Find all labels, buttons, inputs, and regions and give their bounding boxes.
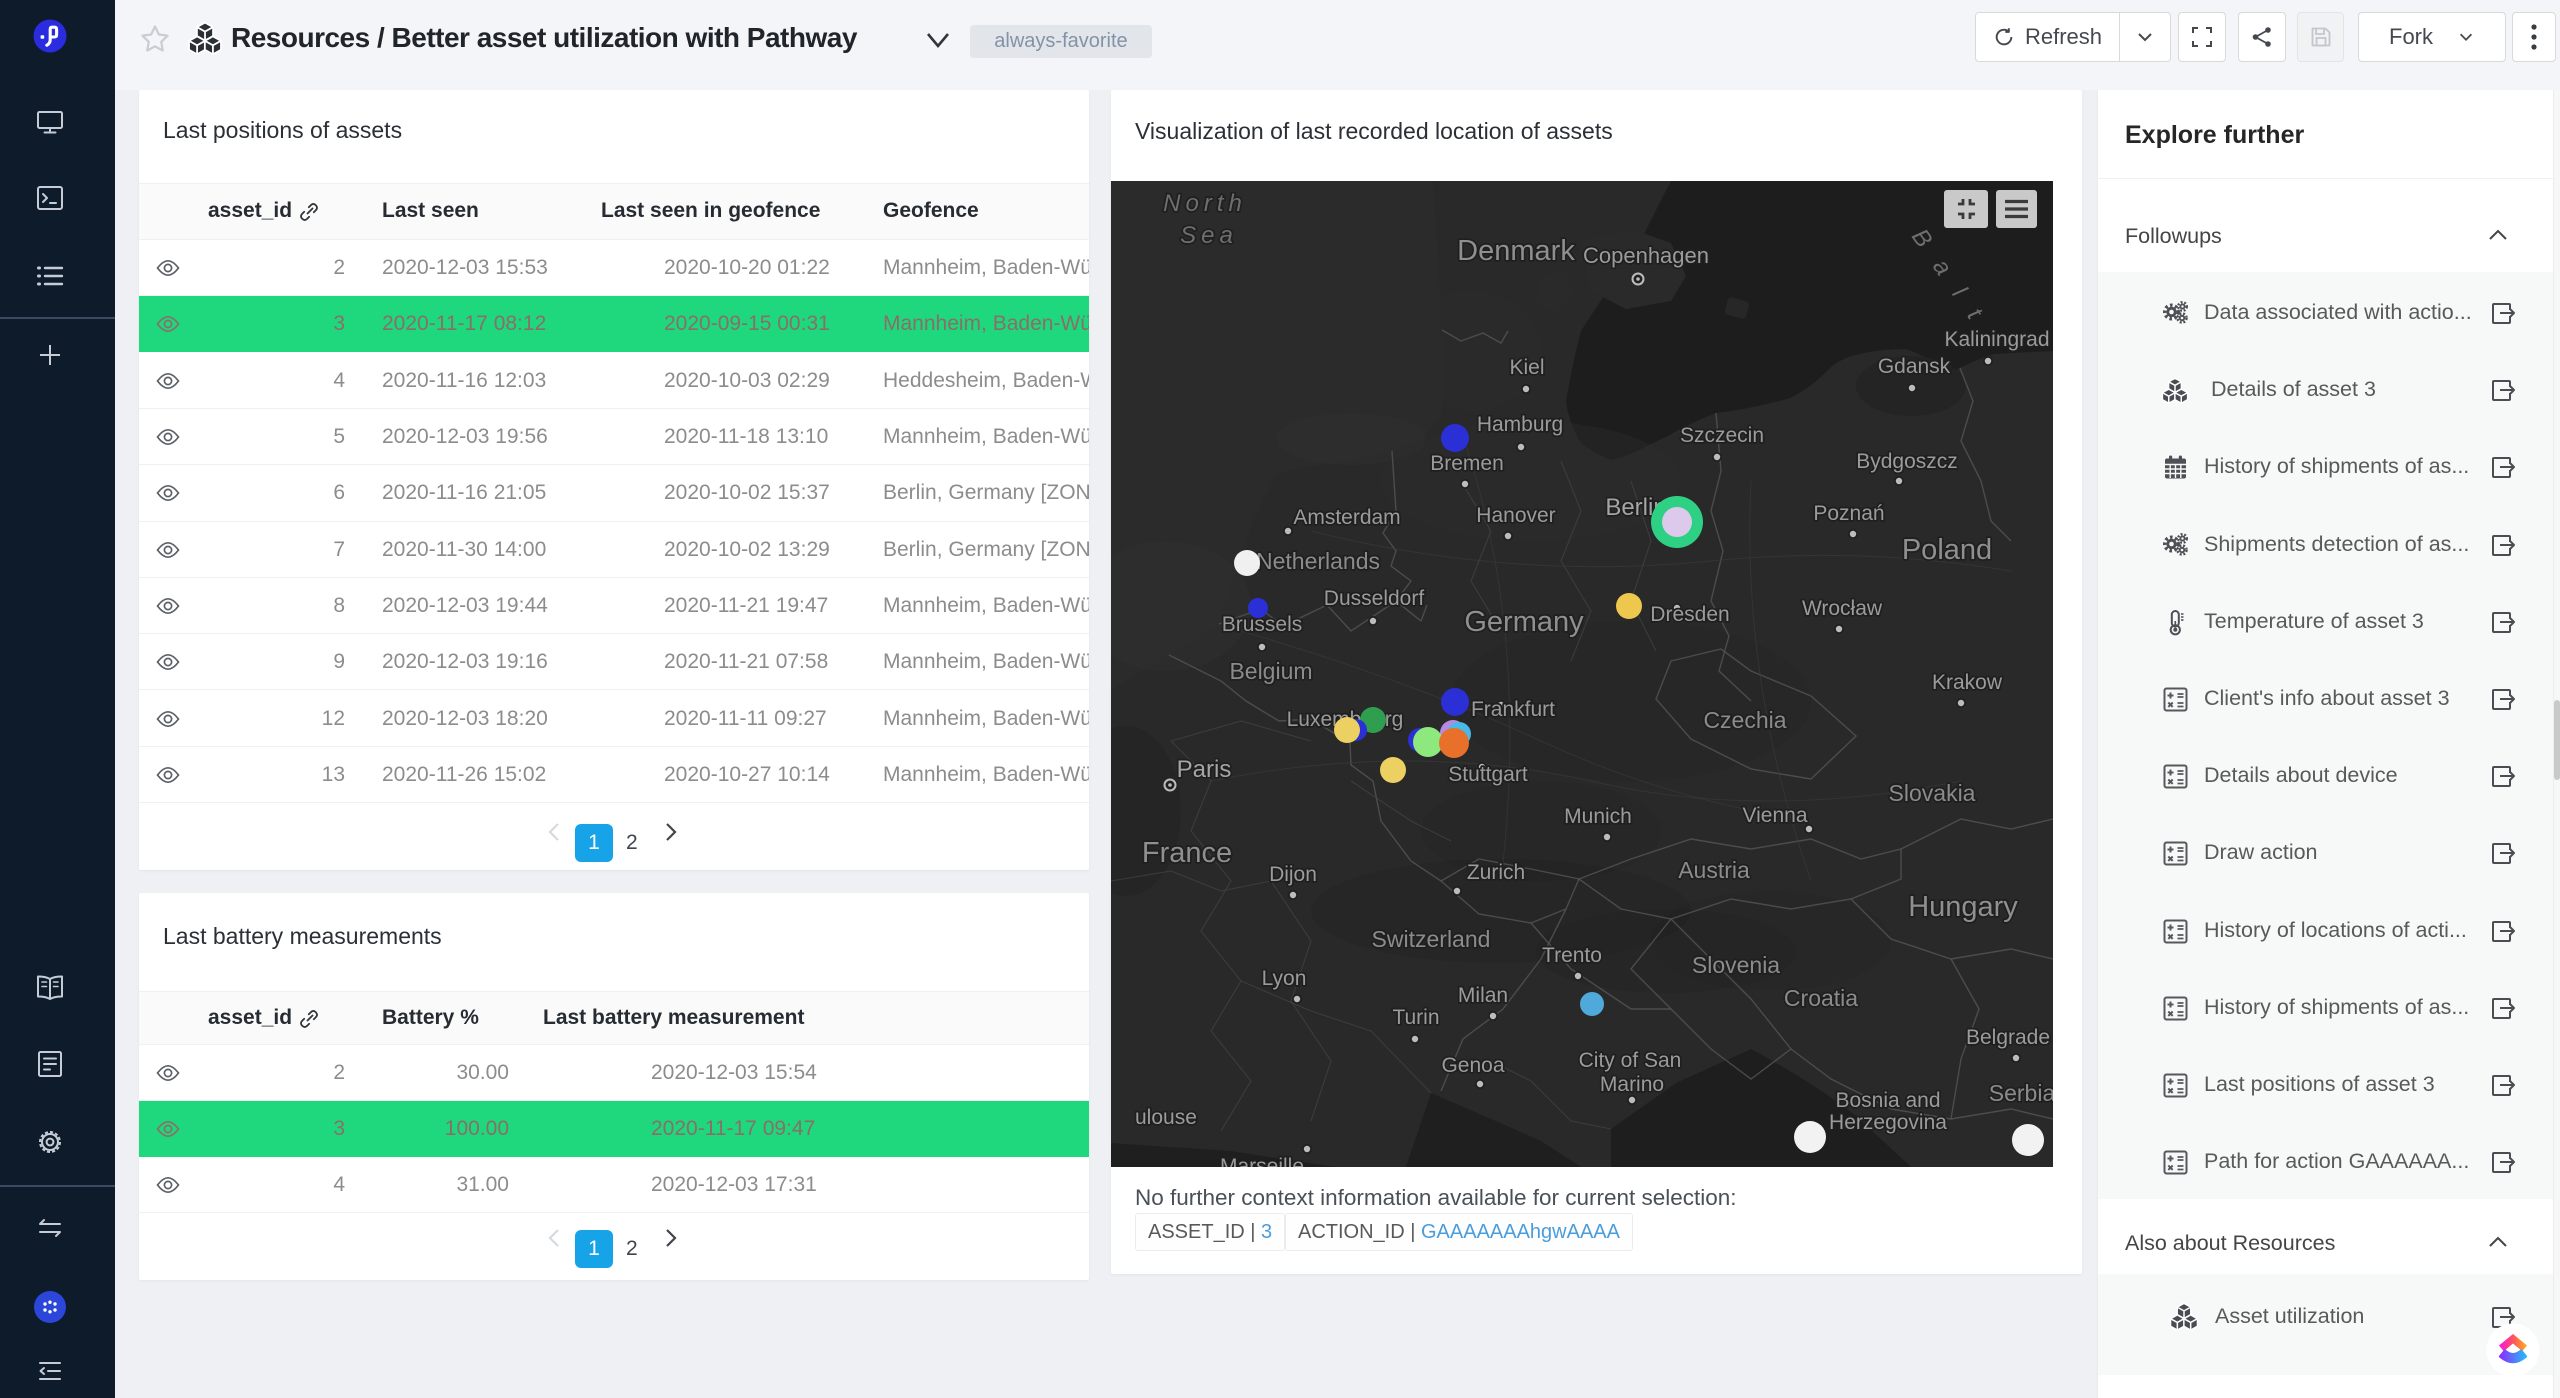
svg-text:Herzegovina: Herzegovina <box>1829 1111 1947 1134</box>
svg-text:Kiel: Kiel <box>1509 356 1544 379</box>
svg-text:Denmark: Denmark <box>1457 235 1575 267</box>
svg-text:North: North <box>1163 190 1247 217</box>
svg-text:Paris: Paris <box>1177 756 1232 783</box>
svg-text:Sea: Sea <box>1180 222 1238 249</box>
svg-text:ulouse: ulouse <box>1135 1106 1197 1129</box>
svg-text:Trento: Trento <box>1542 944 1602 967</box>
svg-text:Lyon: Lyon <box>1262 967 1307 990</box>
svg-text:Bremen: Bremen <box>1430 452 1504 475</box>
svg-text:Germany: Germany <box>1464 606 1584 638</box>
svg-text:Copenhagen: Copenhagen <box>1583 243 1709 268</box>
svg-text:Turin: Turin <box>1392 1006 1439 1029</box>
svg-text:City of San: City of San <box>1579 1049 1682 1072</box>
svg-text:Belgium: Belgium <box>1229 658 1312 684</box>
svg-text:Marseille: Marseille <box>1220 1155 1304 1167</box>
svg-text:Austria: Austria <box>1678 857 1750 883</box>
svg-text:Dresden: Dresden <box>1650 603 1729 626</box>
svg-text:Marino: Marino <box>1600 1073 1664 1096</box>
svg-text:Zurich: Zurich <box>1467 861 1525 884</box>
svg-text:Szczecin: Szczecin <box>1680 424 1764 447</box>
svg-text:Dijon: Dijon <box>1269 863 1317 886</box>
svg-text:Poland: Poland <box>1902 534 1992 566</box>
svg-text:Slovakia: Slovakia <box>1889 780 1976 806</box>
svg-text:Hamburg: Hamburg <box>1477 413 1563 436</box>
svg-text:Czechia: Czechia <box>1703 707 1786 733</box>
svg-text:Bydgoszcz: Bydgoszcz <box>1856 450 1958 473</box>
svg-text:Serbia: Serbia <box>1989 1080 2053 1106</box>
svg-text:France: France <box>1142 837 1232 869</box>
svg-text:Bosnia and: Bosnia and <box>1835 1089 1940 1112</box>
svg-text:Slovenia: Slovenia <box>1692 952 1780 978</box>
svg-text:Stuttgart: Stuttgart <box>1448 763 1528 786</box>
svg-text:Netherlands: Netherlands <box>1256 548 1380 574</box>
svg-text:Amsterdam: Amsterdam <box>1293 506 1400 529</box>
svg-text:Genoa: Genoa <box>1441 1054 1504 1077</box>
svg-text:Switzerland: Switzerland <box>1372 926 1491 952</box>
svg-text:Hanover: Hanover <box>1476 504 1555 527</box>
svg-text:Krakow: Krakow <box>1932 671 2003 694</box>
svg-text:Frankfurt: Frankfurt <box>1471 698 1555 721</box>
svg-text:Milan: Milan <box>1458 984 1508 1007</box>
svg-text:Croatia: Croatia <box>1784 985 1858 1011</box>
svg-text:Poznań: Poznań <box>1813 502 1884 525</box>
svg-text:Dusseldorf: Dusseldorf <box>1324 587 1425 610</box>
svg-text:Munich: Munich <box>1564 805 1632 828</box>
svg-text:Belgrade: Belgrade <box>1966 1026 2050 1049</box>
svg-text:Hungary: Hungary <box>1908 891 2018 923</box>
svg-text:Wrocław: Wrocław <box>1802 597 1883 620</box>
svg-text:Kaliningrad: Kaliningrad <box>1944 328 2049 351</box>
svg-text:Gdansk: Gdansk <box>1878 355 1951 378</box>
svg-text:Vienna: Vienna <box>1742 804 1807 827</box>
